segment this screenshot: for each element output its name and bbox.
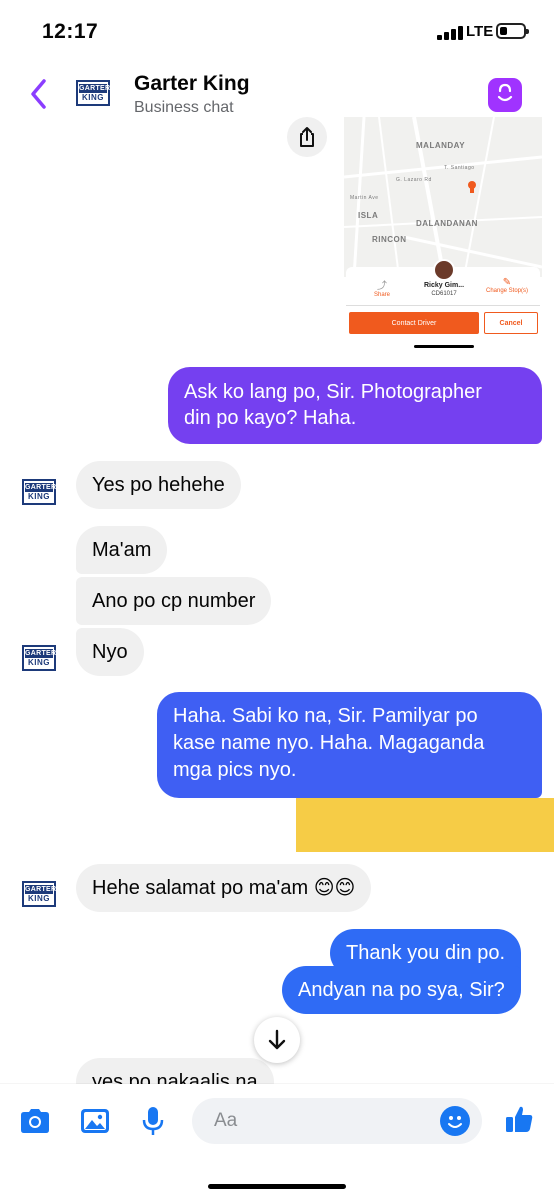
message-bubble-out[interactable]: Ask ko lang po, Sir. Photographer din po… <box>168 367 542 444</box>
contact-avatar-small: GARTER KING <box>22 881 56 907</box>
message-text: Thank you din po. <box>346 942 505 964</box>
voice-button[interactable] <box>136 1104 170 1138</box>
message-text: Yes po hehehe <box>92 474 225 496</box>
battery-icon <box>496 23 529 39</box>
driver-share: ⤴ Share <box>360 277 404 298</box>
emoji-icon <box>448 1116 462 1128</box>
message-bubble-out[interactable]: Haha. Sabi ko na, Sir. Pamilyar po kase … <box>157 692 542 798</box>
message-text: Ask ko lang po, Sir. Photographer <box>184 381 482 403</box>
contact-avatar[interactable]: GARTER KING <box>76 80 110 106</box>
share-button[interactable] <box>287 117 327 157</box>
pencil-icon: ✎ <box>502 277 512 288</box>
chevron-left-icon <box>31 79 46 109</box>
driver-avatar <box>433 259 455 281</box>
camera-icon <box>21 1109 49 1133</box>
emoji-button[interactable] <box>440 1106 470 1136</box>
status-bar: 12:17 LTE <box>0 0 554 62</box>
map-label: DALANDANAN <box>416 219 478 228</box>
contact-name[interactable]: Garter King <box>134 72 250 96</box>
screenshot-home-indicator <box>414 345 474 348</box>
message-text: Nyo <box>92 641 128 663</box>
message-text: Ma'am <box>92 539 152 561</box>
message-text: mga pics nyo. <box>173 759 297 781</box>
driver-plate: CD61017 <box>431 291 457 297</box>
map-street-label: Martin Ave <box>350 195 379 201</box>
network-type: LTE <box>466 23 494 40</box>
photo-icon <box>81 1109 109 1133</box>
divider <box>346 305 540 306</box>
shared-map-screenshot[interactable]: MALANDAY ISLA DALANDANAN RINCON G. Lazar… <box>344 117 542 350</box>
battery-level <box>500 27 507 35</box>
driver-panel: ⤴ Share Ricky Gim... CD61017 ✎ Change St… <box>346 259 540 347</box>
cancel-button: Cancel <box>484 312 538 334</box>
map: MALANDAY ISLA DALANDANAN RINCON G. Lazar… <box>344 117 542 278</box>
map-label: MALANDAY <box>416 141 466 150</box>
message-composer <box>0 1084 554 1200</box>
message-text: Hehe salamat po ma'am 😊😊 <box>92 877 356 899</box>
share-small-icon: ⤴ <box>377 281 387 292</box>
message-bubble-in[interactable]: Yes po hehehe <box>76 461 241 509</box>
scroll-to-bottom-button[interactable] <box>254 1017 300 1063</box>
message-bubble-in[interactable]: Ano po cp number <box>76 577 272 625</box>
message-bubble-in[interactable]: Hehe salamat po ma'am 😊😊 <box>76 864 372 912</box>
camera-button[interactable] <box>18 1104 52 1138</box>
share-icon <box>300 127 314 147</box>
driver-name: Ricky Gim... <box>423 282 465 289</box>
contact-driver-button: Contact Driver <box>349 312 479 334</box>
message-text: Andyan na po sya, Sir? <box>298 979 505 1001</box>
garter-king-logo: GARTER KING <box>22 645 56 671</box>
contact-avatar-small: GARTER KING <box>22 479 56 505</box>
contact-subtitle: Business chat <box>134 99 234 116</box>
change-stops: ✎ Change Stop(s) <box>474 277 540 294</box>
status-time: 12:17 <box>42 20 99 43</box>
arrow-down-icon <box>268 1029 286 1050</box>
garter-king-logo: GARTER KING <box>76 80 110 106</box>
like-button[interactable] <box>502 1102 536 1136</box>
back-button[interactable] <box>24 76 54 112</box>
shop-button[interactable] <box>488 78 522 112</box>
thumbs-up-icon <box>506 1106 533 1132</box>
message-bubble-out[interactable]: Andyan na po sya, Sir? <box>282 966 521 1014</box>
map-label: RINCON <box>372 235 407 244</box>
gallery-button[interactable] <box>78 1104 112 1138</box>
message-text: Haha. Sabi ko na, Sir. Pamilyar po <box>173 705 478 727</box>
shopping-bag-icon <box>497 83 513 102</box>
contact-avatar-small: GARTER KING <box>22 645 56 671</box>
message-bubble-in[interactable]: Nyo <box>76 628 144 676</box>
message-input[interactable] <box>192 1098 482 1144</box>
message-text: Ano po cp number <box>92 590 256 612</box>
message-text: kase name nyo. Haha. Magaganda <box>173 732 485 754</box>
redaction-block <box>296 798 554 852</box>
message-bubble-in[interactable]: Ma'am <box>76 526 168 574</box>
garter-king-logo: GARTER KING <box>22 881 56 907</box>
signal-icon <box>437 26 463 40</box>
map-label: ISLA <box>358 211 379 220</box>
map-street-label: T. Santiago <box>444 165 475 171</box>
microphone-icon <box>142 1107 164 1135</box>
garter-king-logo: GARTER KING <box>22 479 56 505</box>
message-text: din po kayo? Haha. <box>184 407 357 429</box>
home-indicator <box>208 1184 346 1189</box>
map-street-label: G. Lazaro Rd <box>396 177 432 183</box>
